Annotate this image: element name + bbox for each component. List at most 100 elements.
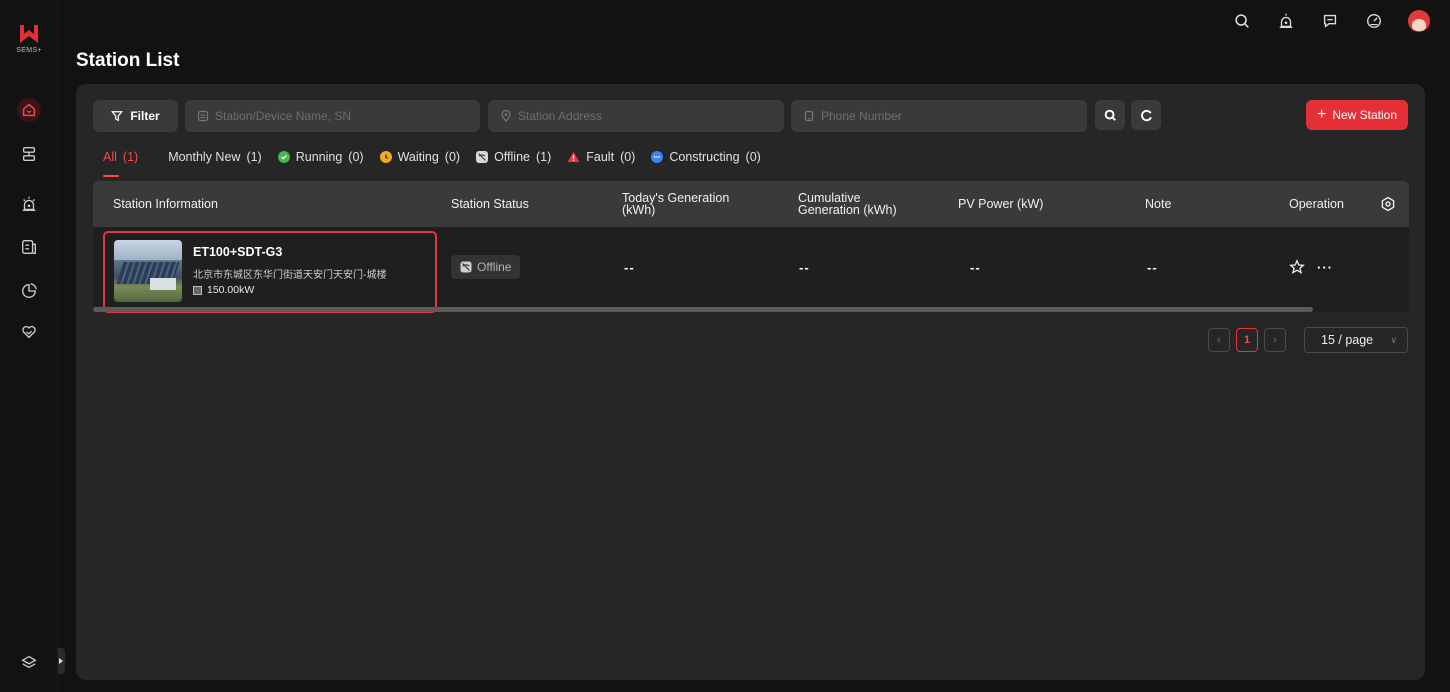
check-circle-icon [277,151,290,163]
operation-cell: ··· [1289,227,1333,307]
filter-label: Filter [130,109,160,123]
current-page[interactable]: 1 [1236,328,1258,352]
page-size-value: 15 / page [1321,333,1374,347]
brand-sub: SEMS+ [16,47,42,54]
cumulative-generation-value: -- [799,259,810,275]
search-icon [1104,109,1116,121]
table-header: Station Information Station Status Today… [93,181,1409,227]
phone-icon [804,110,814,122]
station-capacity: 150.00kW [193,284,254,296]
side-rail: SEMS+ [0,0,58,692]
address-placeholder: Station Address [518,109,603,123]
station-panel: Filter Station/Device Name, SN Station A… [76,84,1425,680]
capacity-value: 150.00kW [207,284,255,296]
refresh-icon [1140,109,1152,121]
search-icon [1235,14,1249,28]
rail-services[interactable] [17,320,41,344]
column-settings-button[interactable] [1380,181,1396,227]
filter-button[interactable]: Filter [93,100,178,132]
station-icon [197,110,209,122]
scrollbar-thumb[interactable] [93,307,1313,312]
top-toolbar [1232,10,1430,32]
avatar[interactable] [1408,10,1430,32]
pie-chart-icon [22,283,37,298]
col-today-line2: (kWh) [622,203,656,217]
station-search-placeholder: Station/Device Name, SN [215,109,352,123]
new-station-label: New Station [1332,108,1398,122]
tab-constructing-count: (0) [745,150,761,164]
station-name[interactable]: ET100+SDT-G3 [193,245,282,259]
tab-fault-label: Fault [586,150,615,164]
col-note: Note [1145,197,1172,211]
chevron-down-icon: ∨ [1390,334,1397,345]
today-generation-value: -- [624,259,635,275]
next-page-button[interactable]: › [1264,328,1286,352]
message-button[interactable] [1320,11,1340,31]
tab-fault-count: (0) [620,150,636,164]
station-info-card[interactable]: ET100+SDT-G3 北京市东城区东华门街道天安门天安门-城楼 150.00… [103,231,437,313]
pv-power-value: -- [970,259,981,275]
status-tabs: All (1) Monthly New (1) Running (0) Wait… [103,146,761,177]
station-table: Station Information Station Status Today… [93,181,1409,313]
tab-all-count: (1) [122,150,139,164]
col-station-status: Station Status [451,197,529,211]
col-cum-line2: Generation (kWh) [798,203,897,217]
tab-running-label: Running [295,150,343,164]
device-icon [22,147,36,161]
offline-icon [460,261,472,273]
col-cumulative-generation: Cumulative Generation (kWh) [798,181,897,227]
note-value: -- [1147,259,1158,275]
tab-waiting-label: Waiting [397,150,439,164]
search-button[interactable] [1095,100,1125,130]
layers-icon [21,655,37,669]
settings-icon [1381,196,1395,212]
status-text: Offline [477,260,512,274]
heart-hand-icon [22,325,36,339]
tab-offline-label: Offline [494,150,530,164]
filter-icon [111,111,124,122]
table-row[interactable]: ET100+SDT-G3 北京市东城区东华门街道天安门天安门-城楼 150.00… [93,227,1409,313]
alarm-button[interactable] [1276,11,1296,31]
warning-triangle-icon [567,151,580,163]
global-search-button[interactable] [1232,11,1252,31]
tab-waiting-count: (0) [444,150,461,164]
new-station-button[interactable]: + New Station [1306,100,1408,130]
brand-logo[interactable]: SEMS+ [14,24,44,54]
tab-offline[interactable]: Offline (1) [476,146,551,168]
page-size-select[interactable]: 15 / page ∨ [1304,327,1408,353]
tab-running[interactable]: Running (0) [277,146,364,168]
logo-icon [18,24,40,44]
tab-waiting[interactable]: Waiting (0) [379,146,461,168]
rail-alarms[interactable] [17,192,41,216]
address-input[interactable]: Station Address [488,100,784,132]
phone-input[interactable]: Phone Number [791,100,1087,132]
dashboard-button[interactable] [1364,11,1384,31]
tab-monthly-new-count: (1) [246,150,262,164]
reset-button[interactable] [1131,100,1161,130]
station-status-cell: Offline [451,227,521,307]
rail-reports[interactable] [17,235,41,259]
alarm-icon [1279,13,1293,28]
rail-layers[interactable] [17,650,41,674]
more-actions-button[interactable]: ··· [1317,260,1333,275]
tab-fault[interactable]: Fault (0) [567,146,635,168]
tab-monthly-new[interactable]: Monthly New (1) [168,146,262,168]
location-pin-icon [501,110,511,122]
tab-all[interactable]: All (1) [103,146,139,177]
star-icon[interactable] [1289,259,1305,275]
home-icon [22,103,36,117]
rail-home[interactable] [17,98,41,122]
tab-all-label: All [103,150,117,164]
page-title: Station List [76,50,180,71]
clock-icon [379,151,392,163]
station-search-input[interactable]: Station/Device Name, SN [185,100,480,132]
tab-running-count: (0) [348,150,364,164]
rail-devices[interactable] [17,142,41,166]
station-address: 北京市东城区东华门街道天安门天安门-城楼 [193,270,387,281]
rail-analytics[interactable] [17,279,41,303]
rail-expand-handle[interactable] [58,648,65,674]
col-today-generation: Today's Generation (kWh) [622,181,729,227]
prev-page-button[interactable]: ‹ [1208,328,1230,352]
horizontal-scrollbar[interactable] [93,307,1409,312]
tab-constructing[interactable]: Constructing (0) [651,146,761,168]
